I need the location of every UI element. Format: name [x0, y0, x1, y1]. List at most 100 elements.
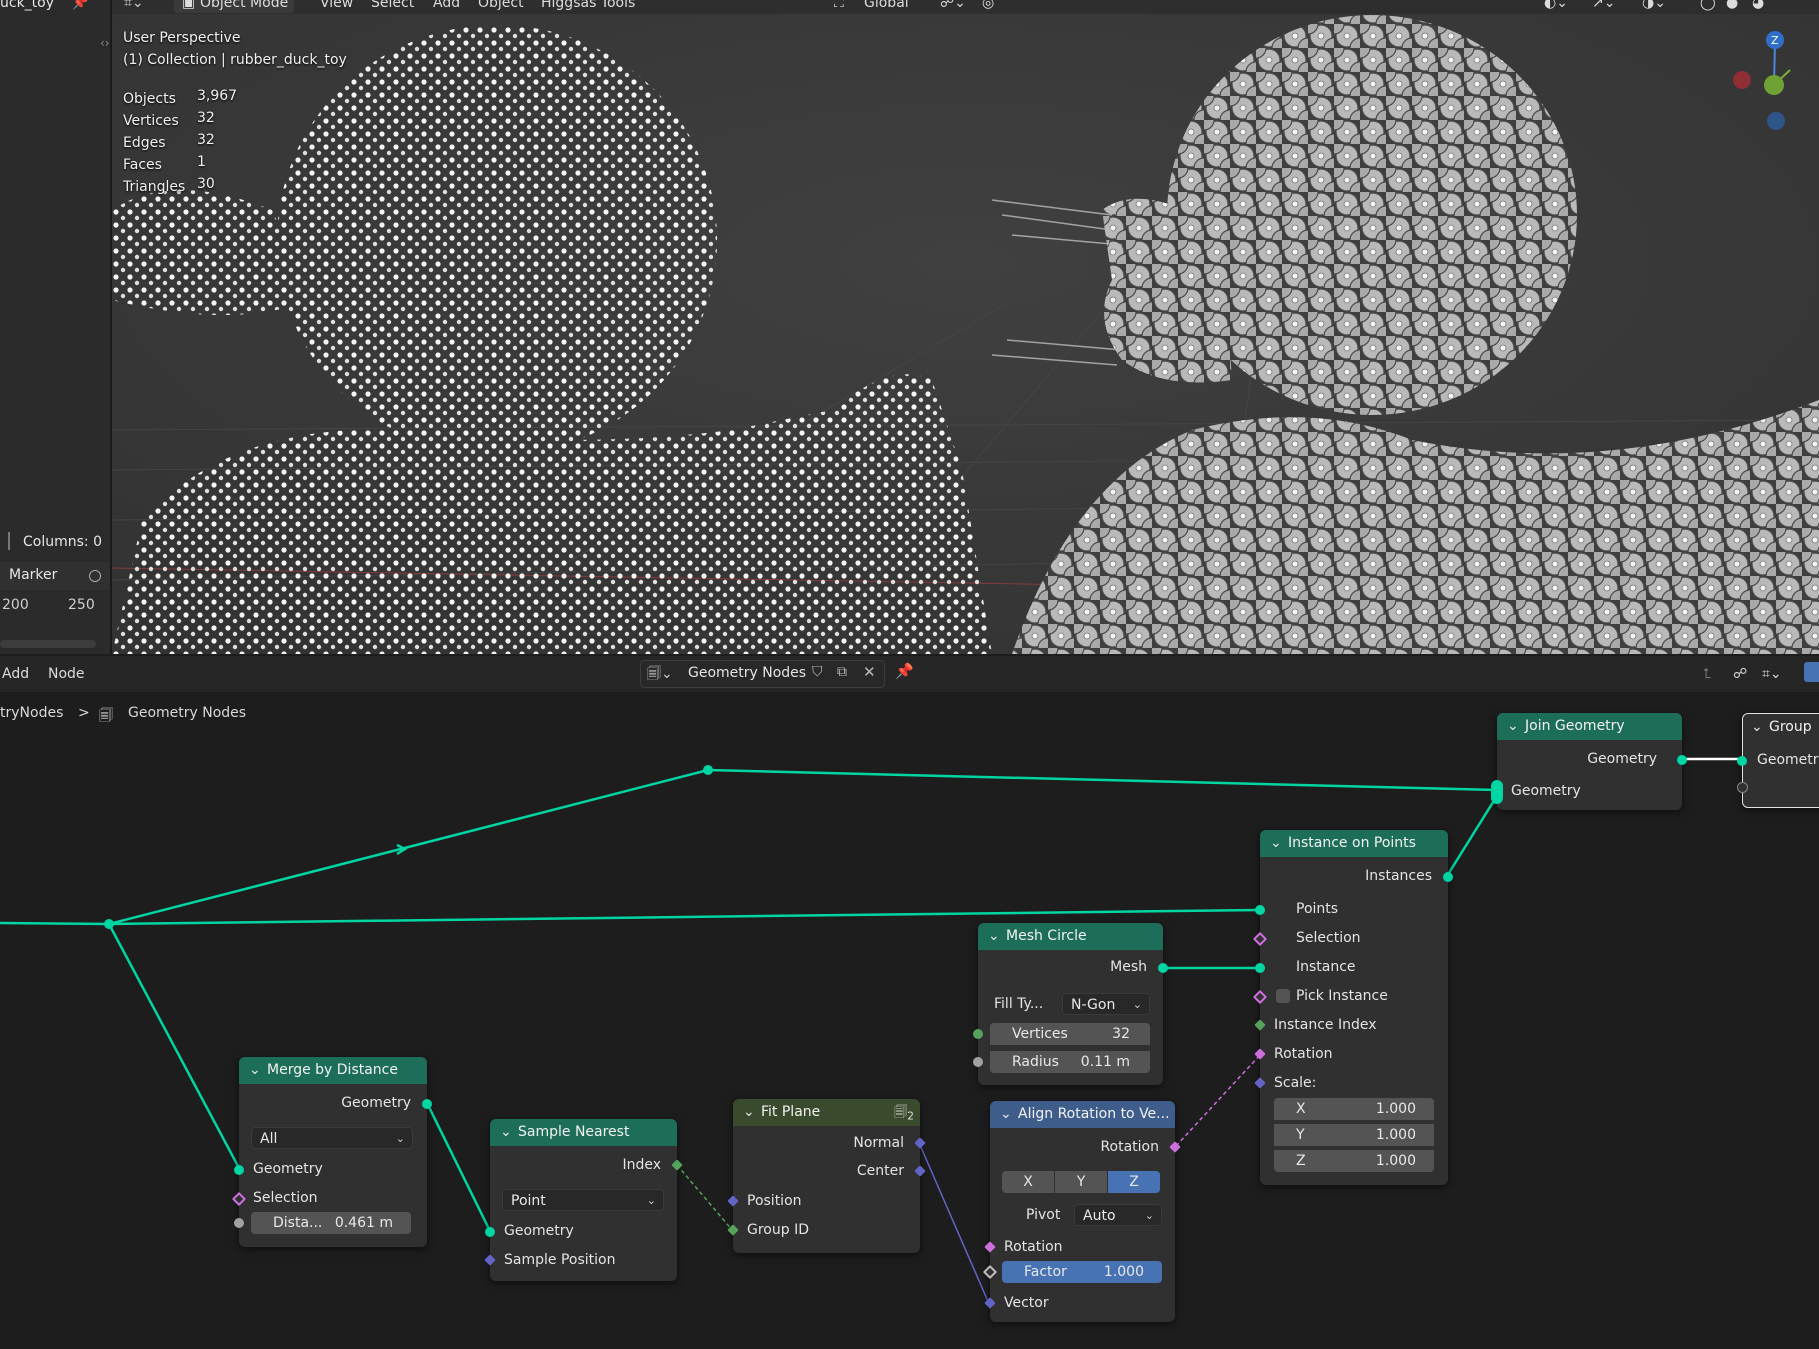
- instance-on-points-node[interactable]: ⌄ Instance on Points Instances Points Sel…: [1252, 830, 1453, 1185]
- transform-orientation-icon[interactable]: ⛶: [834, 0, 844, 11]
- stat-label: Triangles: [123, 179, 186, 195]
- marker-row[interactable]: Marker: [0, 562, 110, 590]
- instance-input-socket[interactable]: [1255, 963, 1265, 973]
- fake-user-shield-icon[interactable]: ⛉: [812, 664, 823, 680]
- gizmo-toggle-icon[interactable]: ↗⌄: [1592, 0, 1615, 11]
- scale-y-field[interactable]: Y 1.000: [1274, 1124, 1434, 1146]
- node-header[interactable]: ⌄ Sample Nearest: [490, 1119, 677, 1146]
- pick-instance-checkbox[interactable]: [1276, 989, 1290, 1003]
- node-header[interactable]: ⌄ Align Rotation to Ve...: [990, 1101, 1175, 1128]
- field-label: Factor: [1024, 1264, 1067, 1280]
- overlay-icon[interactable]: ◐⌄: [1544, 0, 1568, 11]
- geometry-input-socket[interactable]: [234, 1165, 244, 1175]
- record-icon[interactable]: [89, 570, 101, 582]
- stat-row: Faces 1: [123, 154, 206, 176]
- instances-output-socket[interactable]: [1443, 872, 1453, 882]
- radius-field[interactable]: Radius 0.11 m: [990, 1051, 1150, 1073]
- menu-node[interactable]: Node: [48, 666, 85, 682]
- chevron-down-icon[interactable]: ⌄: [1270, 830, 1288, 857]
- node-header[interactable]: ⌄ Instance on Points: [1260, 830, 1448, 857]
- empty-input-socket[interactable]: [1737, 782, 1748, 793]
- menu-view[interactable]: View: [320, 0, 353, 11]
- chevron-down-icon[interactable]: ⌄: [1751, 714, 1769, 740]
- group-output-node[interactable]: ⌄Group Geometry: [1737, 713, 1819, 808]
- menu-object[interactable]: Object: [478, 0, 524, 11]
- scale-z-field[interactable]: Z 1.000: [1274, 1150, 1434, 1172]
- chevron-down-icon[interactable]: ⌄: [743, 1099, 761, 1126]
- axis-x-button[interactable]: X: [1002, 1171, 1054, 1193]
- duplicate-icon[interactable]: ⧉: [837, 664, 847, 680]
- breadcrumb-current[interactable]: Geometry Nodes: [128, 705, 246, 721]
- node-header[interactable]: ⌄ Mesh Circle: [978, 923, 1163, 950]
- distance-input-socket[interactable]: [234, 1218, 244, 1228]
- xray-icon[interactable]: ◑⌄: [1642, 0, 1666, 11]
- distance-field[interactable]: Dista... 0.461 m: [251, 1212, 411, 1234]
- pin-icon[interactable]: 📌: [72, 0, 88, 11]
- mode-dropdown[interactable]: All ⌄: [251, 1127, 413, 1149]
- mode-selector[interactable]: ▣ Object Mode: [174, 0, 294, 13]
- axis-y-button[interactable]: Y: [1055, 1171, 1107, 1193]
- mesh-circle-node[interactable]: ⌄ Mesh Circle Mesh Fill Ty... N-Gon ⌄ Ver…: [973, 923, 1168, 1085]
- geometry-output-socket[interactable]: [1677, 755, 1687, 765]
- scale-x-field[interactable]: X 1.000: [1274, 1098, 1434, 1120]
- snap-icon[interactable]: ☍: [1733, 666, 1747, 682]
- transform-orientation[interactable]: Global: [864, 0, 909, 11]
- domain-dropdown[interactable]: Point ⌄: [502, 1189, 664, 1211]
- overlay-toggle-icon[interactable]: [1804, 662, 1819, 682]
- menu-select[interactable]: Select: [371, 0, 414, 11]
- geometry-input-socket[interactable]: [1737, 756, 1747, 766]
- close-icon[interactable]: ✕: [863, 663, 876, 681]
- material-shading-icon[interactable]: ◕: [1752, 0, 1764, 11]
- node-group-icon[interactable]: 🗐2: [894, 1099, 914, 1130]
- proportional-edit-icon[interactable]: ◎: [982, 0, 994, 11]
- menu-add[interactable]: Add: [433, 0, 460, 11]
- editor-type-icon[interactable]: ⌗⌄: [124, 0, 144, 11]
- node-tree-name[interactable]: Geometry Nodes: [688, 665, 806, 681]
- node-title: Fit Plane: [761, 1104, 821, 1120]
- node-header[interactable]: ⌄ Merge by Distance: [239, 1057, 427, 1084]
- output-label: Geometry: [341, 1095, 411, 1111]
- grid-icon[interactable]: ⌗⌄: [1762, 666, 1782, 682]
- node-tree-selector[interactable]: 🗐⌄ Geometry Nodes ⛉ ⧉ ✕: [640, 660, 885, 688]
- node-header[interactable]: ⌄ Join Geometry: [1497, 713, 1682, 740]
- snap-icon[interactable]: ☍⌄: [940, 0, 966, 11]
- node-header[interactable]: ⌄ Group: [1743, 714, 1819, 740]
- sample-nearest-node[interactable]: ⌄ Sample Nearest Index Point ⌄ Geometry S…: [484, 1119, 683, 1281]
- pin-icon[interactable]: 📌: [895, 662, 914, 680]
- align-rotation-to-vector-node[interactable]: ⌄ Align Rotation to Ve... Rotation X Y Z …: [982, 1101, 1181, 1322]
- radius-input-socket[interactable]: [973, 1057, 983, 1067]
- 3d-viewport[interactable]: User Perspective (1) Collection | rubber…: [112, 0, 1819, 654]
- chevron-down-icon[interactable]: ⌄: [1000, 1101, 1018, 1128]
- merge-by-distance-node[interactable]: ⌄ Merge by Distance Geometry All ⌄ Geomet…: [231, 1057, 432, 1247]
- menu-add[interactable]: Add: [2, 666, 29, 682]
- wireframe-shading-icon[interactable]: ◯: [1700, 0, 1716, 11]
- chevron-down-icon[interactable]: ⌄: [988, 923, 1006, 950]
- solid-shading-icon[interactable]: ●: [1726, 0, 1738, 11]
- chevron-down-icon[interactable]: ⌄: [500, 1119, 518, 1146]
- viewport-header: ⌗⌄ ▣ Object Mode View Select Add Object …: [112, 0, 1819, 14]
- geometry-input-socket[interactable]: [485, 1227, 495, 1237]
- fill-type-dropdown[interactable]: N-Gon ⌄: [1062, 993, 1150, 1015]
- breadcrumb-parent[interactable]: tryNodes: [0, 705, 63, 721]
- multi-input-socket[interactable]: [1491, 780, 1503, 804]
- join-geometry-node[interactable]: ⌄ Join Geometry Geometry Geometry: [1491, 713, 1687, 810]
- fit-plane-node[interactable]: ⌄ Fit Plane 🗐2 Normal Center Position Gro…: [727, 1099, 926, 1253]
- node-header[interactable]: ⌄ Fit Plane 🗐2: [733, 1099, 920, 1126]
- axis-z-button[interactable]: Z: [1108, 1171, 1160, 1193]
- points-input-socket[interactable]: [1255, 905, 1265, 915]
- chevron-down-icon[interactable]: ⌄: [1507, 713, 1525, 740]
- vertices-field[interactable]: Vertices 32: [990, 1023, 1150, 1045]
- factor-field[interactable]: Factor 1.000: [1002, 1261, 1162, 1283]
- resize-arrows-icon[interactable]: ‹›: [100, 36, 110, 50]
- mesh-output-socket[interactable]: [1158, 963, 1168, 973]
- vertices-input-socket[interactable]: [973, 1029, 983, 1039]
- stat-label: Faces: [123, 157, 162, 173]
- parent-node-tree-icon[interactable]: ⮤: [1703, 666, 1711, 682]
- timeline-scrollbar[interactable]: [0, 640, 96, 648]
- menu-higgsas-tools[interactable]: Higgsas Tools: [541, 0, 635, 11]
- navigation-gizmo[interactable]: Z: [1730, 30, 1819, 130]
- node-tree-icon[interactable]: 🗐⌄: [647, 663, 673, 687]
- geometry-output-socket[interactable]: [422, 1099, 432, 1109]
- chevron-down-icon[interactable]: ⌄: [249, 1057, 267, 1084]
- pivot-dropdown[interactable]: Auto ⌄: [1074, 1204, 1162, 1226]
